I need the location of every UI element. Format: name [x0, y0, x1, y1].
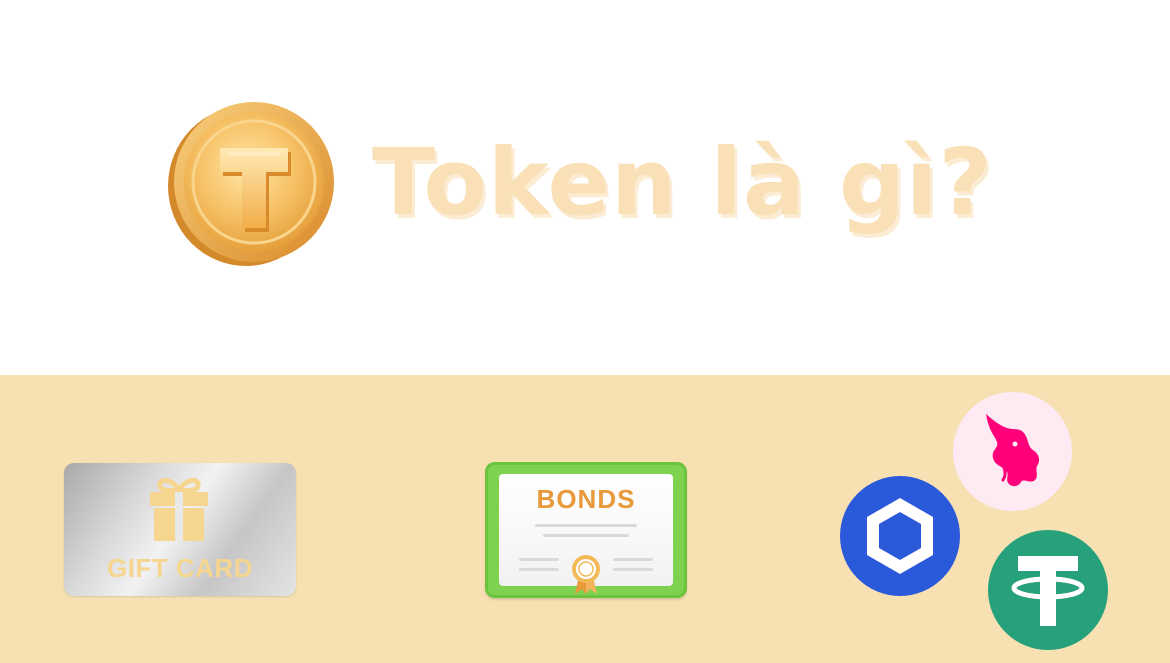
certificate-seal-icon: [569, 554, 603, 594]
tether-t-icon: [988, 530, 1108, 650]
bonds-label: BONDS: [536, 484, 636, 514]
certificate-line: [613, 568, 653, 571]
gift-card-image: GIFT CARD: [64, 463, 296, 596]
certificate-line: [519, 568, 559, 571]
certificate-line: [613, 558, 653, 561]
bonds-certificate-image: BONDS: [485, 462, 687, 598]
page-title: Token là gì?: [372, 129, 993, 236]
chainlink-hexagon-icon: [840, 476, 960, 596]
uniswap-unicorn-icon: [953, 392, 1072, 511]
certificate-paper: BONDS: [499, 474, 673, 594]
gift-card-label: GIFT CARD: [106, 553, 254, 583]
certificate-line: [535, 524, 637, 527]
certificate-line: [519, 558, 559, 561]
gold-coin-t-icon: [168, 100, 335, 267]
gift-box-icon: [148, 476, 210, 542]
certificate-line: [543, 534, 629, 537]
